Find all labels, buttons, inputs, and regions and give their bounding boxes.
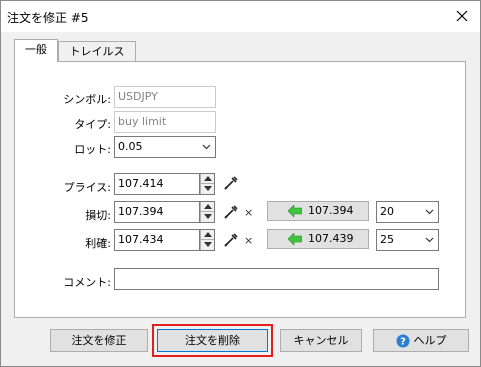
spin-down-button[interactable] bbox=[200, 212, 214, 222]
close-icon[interactable] bbox=[450, 4, 474, 28]
stoploss-picker-icon[interactable] bbox=[223, 204, 239, 220]
window-title: 注文を修正 #5 bbox=[7, 11, 89, 25]
delete-order-button[interactable]: 注文を削除 bbox=[157, 329, 268, 352]
title-bar: 注文を修正 #5 bbox=[1, 1, 480, 32]
stoploss-market-button[interactable]: 107.394 bbox=[267, 201, 369, 221]
takeprofit-input[interactable]: 107.434 bbox=[114, 229, 200, 251]
price-label: プライス: bbox=[63, 181, 111, 194]
stoploss-label: 損切: bbox=[85, 209, 111, 222]
symbol-field: USDJPY bbox=[114, 86, 216, 108]
help-icon: ? bbox=[396, 334, 409, 348]
chevron-down-icon bbox=[425, 209, 434, 215]
multiply-icon: × bbox=[244, 234, 254, 247]
takeprofit-market-button[interactable]: 107.439 bbox=[267, 229, 369, 249]
multiply-icon: × bbox=[244, 206, 254, 219]
chevron-down-icon bbox=[202, 144, 211, 150]
takeprofit-market-value: 107.439 bbox=[308, 232, 354, 245]
help-button[interactable]: ? ヘルプ bbox=[373, 329, 469, 352]
type-label: タイプ: bbox=[74, 118, 111, 131]
comment-label: コメント: bbox=[63, 276, 111, 289]
price-picker-icon[interactable] bbox=[223, 175, 239, 191]
cancel-button[interactable]: キャンセル bbox=[280, 329, 362, 352]
spin-down-button[interactable] bbox=[200, 240, 214, 250]
stoploss-points-select[interactable]: 20 bbox=[376, 201, 439, 223]
tab-general-label: 一般 bbox=[25, 43, 47, 56]
stoploss-spinner[interactable] bbox=[200, 201, 215, 223]
stoploss-points-value: 20 bbox=[380, 205, 394, 218]
spin-up-button[interactable] bbox=[200, 202, 214, 212]
lot-select-value: 0.05 bbox=[118, 140, 143, 153]
takeprofit-label: 利確: bbox=[85, 237, 111, 250]
spin-down-button[interactable] bbox=[200, 184, 214, 194]
stoploss-market-value: 107.394 bbox=[308, 204, 354, 217]
arrow-left-icon bbox=[288, 233, 302, 245]
modify-order-dialog: 注文を修正 #5 一般 トレイルストップ シンボル: USDJPY タイプ: b… bbox=[0, 0, 481, 367]
takeprofit-picker-icon[interactable] bbox=[223, 232, 239, 248]
modify-order-button[interactable]: 注文を修正 bbox=[50, 329, 148, 352]
spin-up-button[interactable] bbox=[200, 174, 214, 184]
takeprofit-points-select[interactable]: 25 bbox=[376, 229, 439, 251]
help-button-label: ヘルプ bbox=[413, 334, 447, 347]
tab-trailing-stop[interactable]: トレイルストップ bbox=[58, 41, 136, 77]
comment-input[interactable] bbox=[114, 268, 439, 290]
lot-select[interactable]: 0.05 bbox=[114, 136, 216, 158]
takeprofit-spinner[interactable] bbox=[200, 229, 215, 251]
price-input[interactable]: 107.414 bbox=[114, 173, 200, 195]
spin-up-button[interactable] bbox=[200, 230, 214, 240]
takeprofit-points-value: 25 bbox=[380, 233, 394, 246]
stoploss-input[interactable]: 107.394 bbox=[114, 201, 200, 223]
lot-label: ロット: bbox=[74, 143, 111, 156]
tab-general[interactable]: 一般 bbox=[14, 39, 58, 62]
arrow-left-icon bbox=[288, 205, 302, 217]
type-field: buy limit bbox=[114, 111, 216, 133]
symbol-label: シンボル: bbox=[63, 93, 111, 106]
price-spinner[interactable] bbox=[200, 173, 215, 195]
chevron-down-icon bbox=[425, 237, 434, 243]
svg-text:?: ? bbox=[400, 337, 406, 348]
